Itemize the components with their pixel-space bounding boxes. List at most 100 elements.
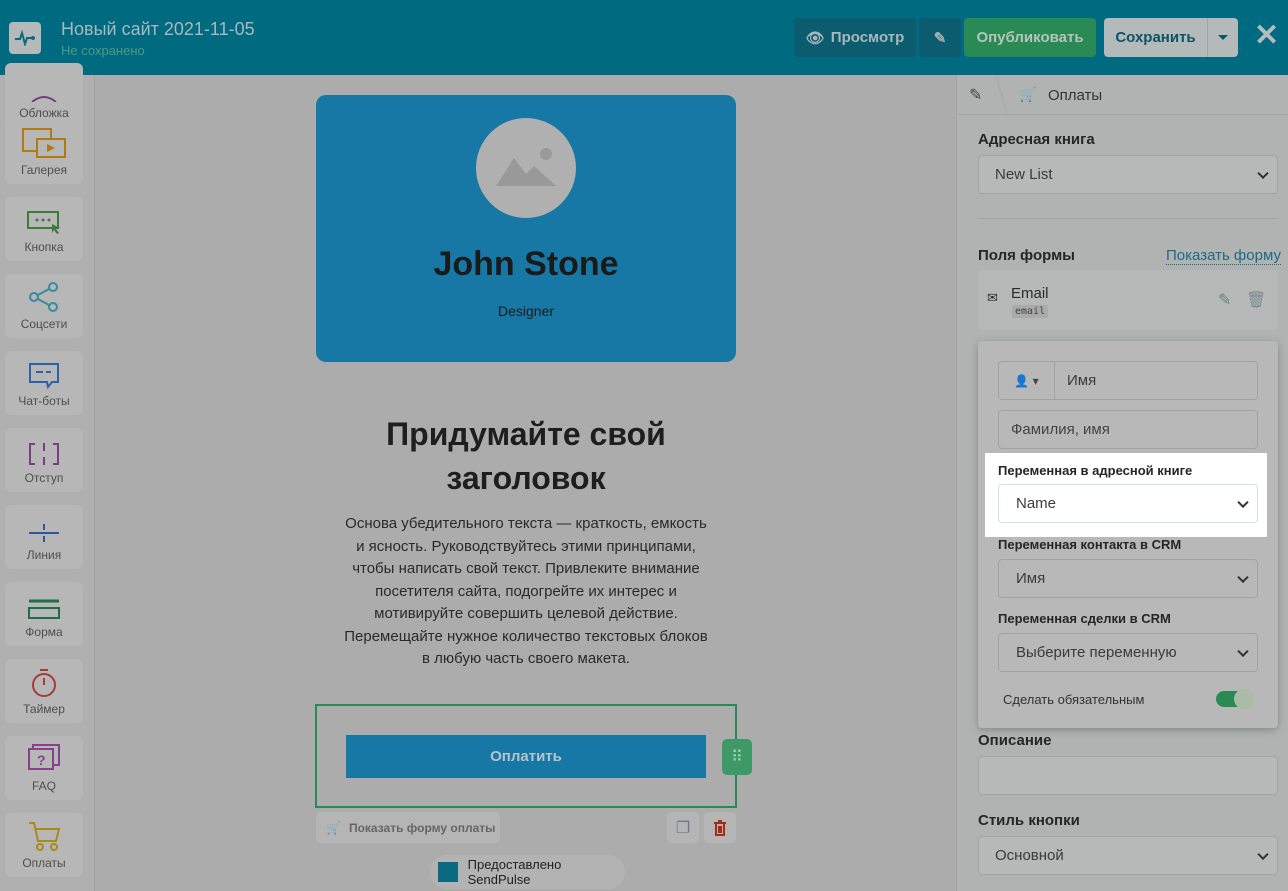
top-bar: Новый сайт 2021-11-05 Не сохранено 👁 Прос…: [0, 0, 1288, 75]
profile-role[interactable]: Designer: [316, 303, 736, 319]
address-book-select[interactable]: New List: [978, 155, 1278, 194]
save-status: Не сохранено: [61, 43, 145, 58]
show-payment-form-label: Показать форму оплаты: [348, 820, 496, 835]
crm-deal-variable-value: Выберите переменную: [1016, 644, 1177, 661]
description-label: Описание: [978, 732, 1052, 749]
sidebar-item-label: Чат-боты: [18, 394, 70, 408]
pencil-ruler-icon: ✎: [933, 29, 947, 47]
preview-label: Просмотр: [830, 29, 905, 46]
svg-text:?: ?: [37, 752, 46, 768]
sidebar-item-payments[interactable]: Оплаты: [5, 813, 83, 877]
crm-contact-variable-label: Переменная контакта в CRM: [998, 537, 1182, 552]
user-type-dropdown[interactable]: 👤 ▾: [999, 362, 1055, 399]
form-fields-label: Поля формы: [978, 247, 1075, 264]
site-title[interactable]: Новый сайт 2021-11-05: [61, 19, 255, 40]
required-toggle[interactable]: [1216, 689, 1254, 709]
pencil-icon[interactable]: ✎: [1218, 290, 1231, 310]
sidebar-item-timer[interactable]: Таймер: [5, 659, 83, 723]
sidebar-item-label: Галерея: [20, 163, 68, 177]
button-style-value: Основной: [995, 847, 1064, 864]
address-book-label: Адресная книга: [978, 131, 1095, 148]
trash-icon[interactable]: 🗑: [1246, 290, 1266, 310]
field-name-value: Имя: [1067, 372, 1097, 389]
sidebar-item-label: Обложка: [19, 106, 69, 120]
crm-contact-variable-select[interactable]: Имя: [998, 559, 1258, 598]
sidebar-item-label: FAQ: [31, 779, 56, 793]
trash-icon[interactable]: [704, 812, 736, 843]
sidebar-item-cover[interactable]: Обложка: [5, 63, 83, 127]
field-name-input[interactable]: 👤 ▾ Имя: [998, 361, 1258, 400]
powered-by-badge[interactable]: Предоставлено SendPulse: [430, 855, 625, 889]
block-sidebar: Обложка Галерея Кнопка Соцсети Чат-боты …: [0, 63, 95, 891]
required-label: Сделать обязательным: [1003, 692, 1145, 707]
crm-deal-variable-select[interactable]: Выберите переменную: [998, 633, 1258, 672]
sidebar-item-form[interactable]: Форма: [5, 582, 83, 646]
profile-card[interactable]: John Stone Designer: [316, 95, 736, 362]
show-form-link[interactable]: Показать форму: [1166, 247, 1281, 265]
preview-button[interactable]: 👁 Просмотр: [794, 18, 916, 57]
sidebar-item-faq[interactable]: ? FAQ: [5, 736, 83, 800]
field-tag: email: [1012, 305, 1049, 318]
copy-icon[interactable]: ❐: [667, 812, 699, 843]
sidebar-item-label: Форма: [25, 625, 63, 639]
button-icon: [27, 211, 60, 234]
form-icon: [28, 599, 60, 619]
placeholder-input[interactable]: Фамилия, имя: [998, 410, 1258, 449]
cart-icon: 🛒: [1019, 86, 1037, 102]
description-input[interactable]: [978, 756, 1278, 795]
save-button[interactable]: Сохранить: [1104, 18, 1207, 57]
button-style-label: Стиль кнопки: [978, 812, 1080, 829]
profile-name[interactable]: John Stone: [316, 245, 736, 284]
sidebar-item-label: Отступ: [24, 471, 64, 485]
address-book-variable-label: Переменная в адресной книге: [998, 463, 1193, 478]
show-payment-form-button[interactable]: 🛒 Показать форму оплаты: [316, 812, 500, 843]
caret-down-icon: [1218, 35, 1228, 45]
sidebar-item-social[interactable]: Соцсети: [5, 274, 83, 338]
breadcrumb: ✎ 🛒 Оплаты: [957, 75, 1288, 115]
sidebar-item-label: Таймер: [23, 702, 65, 716]
pencil-ruler-icon[interactable]: ✎: [969, 85, 982, 105]
image-placeholder-icon[interactable]: [476, 118, 576, 218]
page-paragraph[interactable]: Основа убедительного текста — краткость,…: [343, 513, 709, 671]
page-heading[interactable]: Придумайте свой заголовок: [356, 412, 696, 500]
share-icon: [29, 282, 58, 312]
button-style-select[interactable]: Основной: [978, 836, 1278, 875]
sidebar-item-gallery[interactable]: Галерея: [5, 120, 83, 184]
address-book-variable-select[interactable]: Name: [998, 484, 1258, 523]
sidebar-item-spacer[interactable]: Отступ: [5, 428, 83, 492]
cart-icon: [29, 822, 61, 851]
design-tools-button[interactable]: ✎: [919, 18, 961, 57]
address-book-variable-value: Name: [1016, 495, 1057, 512]
sidebar-item-label: Оплаты: [22, 856, 66, 870]
save-dropdown-button[interactable]: [1207, 18, 1238, 57]
chat-icon: [29, 363, 59, 390]
sidebar-item-label: Соцсети: [20, 317, 68, 331]
chevron-down-icon: [1237, 645, 1249, 657]
drag-handle-icon[interactable]: ⠿: [722, 739, 752, 775]
pay-button[interactable]: Оплатить: [346, 735, 706, 778]
faq-icon: ?: [28, 744, 60, 770]
sidebar-item-label: Кнопка: [24, 240, 64, 254]
chevron-down-icon: [1237, 571, 1249, 583]
close-icon[interactable]: ✕: [1254, 21, 1279, 51]
eye-icon: 👁: [805, 29, 825, 47]
spacer-icon: [29, 443, 59, 465]
sidebar-item-chatbots[interactable]: Чат-боты: [5, 351, 83, 415]
breadcrumb-separator: [995, 75, 1008, 115]
cart-icon: 🛒: [326, 820, 341, 835]
powered-by-label: Предоставлено SendPulse: [467, 857, 562, 887]
sidebar-item-button[interactable]: Кнопка: [5, 197, 83, 261]
sidebar-item-line[interactable]: Линия: [5, 505, 83, 569]
chevron-down-icon: [1257, 167, 1269, 179]
crm-contact-variable-value: Имя: [1016, 570, 1046, 587]
breadcrumb-current[interactable]: Оплаты: [1048, 87, 1102, 104]
timer-icon: [32, 669, 56, 697]
field-settings-popup: 👤 ▾ Имя Фамилия, имя Переменная в адресн…: [978, 341, 1278, 728]
sendpulse-logo-icon[interactable]: [9, 22, 41, 54]
address-book-value: New List: [995, 166, 1053, 183]
divider-icon: [29, 524, 59, 542]
form-field-email[interactable]: ✉ Email email ✎ 🗑: [978, 270, 1278, 330]
publish-button[interactable]: Опубликовать: [964, 18, 1096, 57]
sidebar-item-label: Линия: [26, 548, 62, 562]
envelope-icon: ✉: [987, 290, 998, 305]
